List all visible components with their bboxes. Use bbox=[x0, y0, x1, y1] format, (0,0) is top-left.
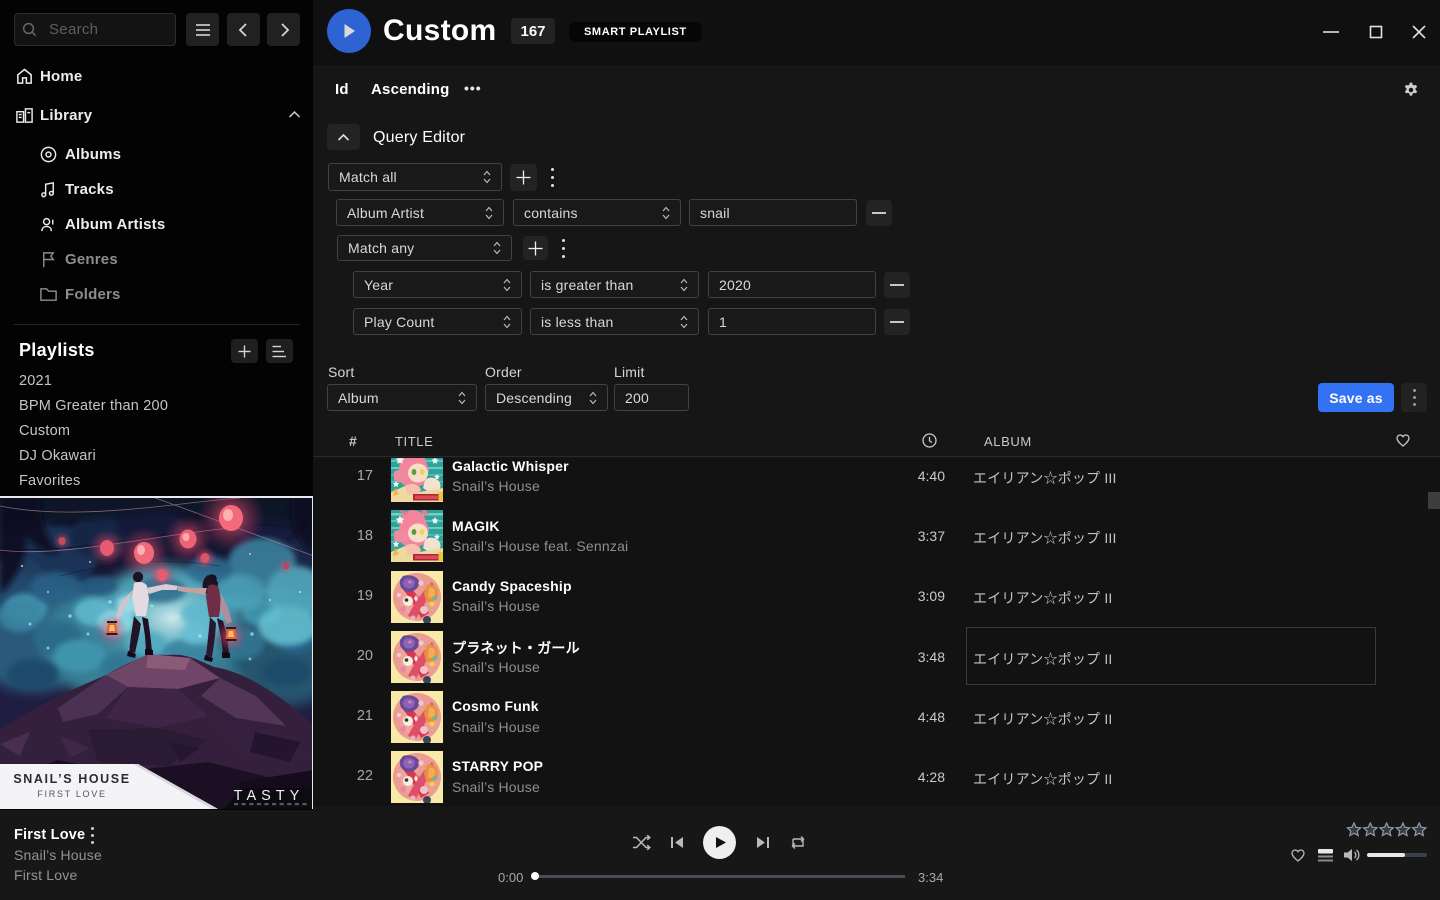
svg-text:TASTY: TASTY bbox=[234, 788, 305, 804]
svg-text:SNAIL’S HOUSE: SNAIL’S HOUSE bbox=[13, 772, 130, 786]
svg-text:FIRST LOVE: FIRST LOVE bbox=[37, 789, 106, 799]
